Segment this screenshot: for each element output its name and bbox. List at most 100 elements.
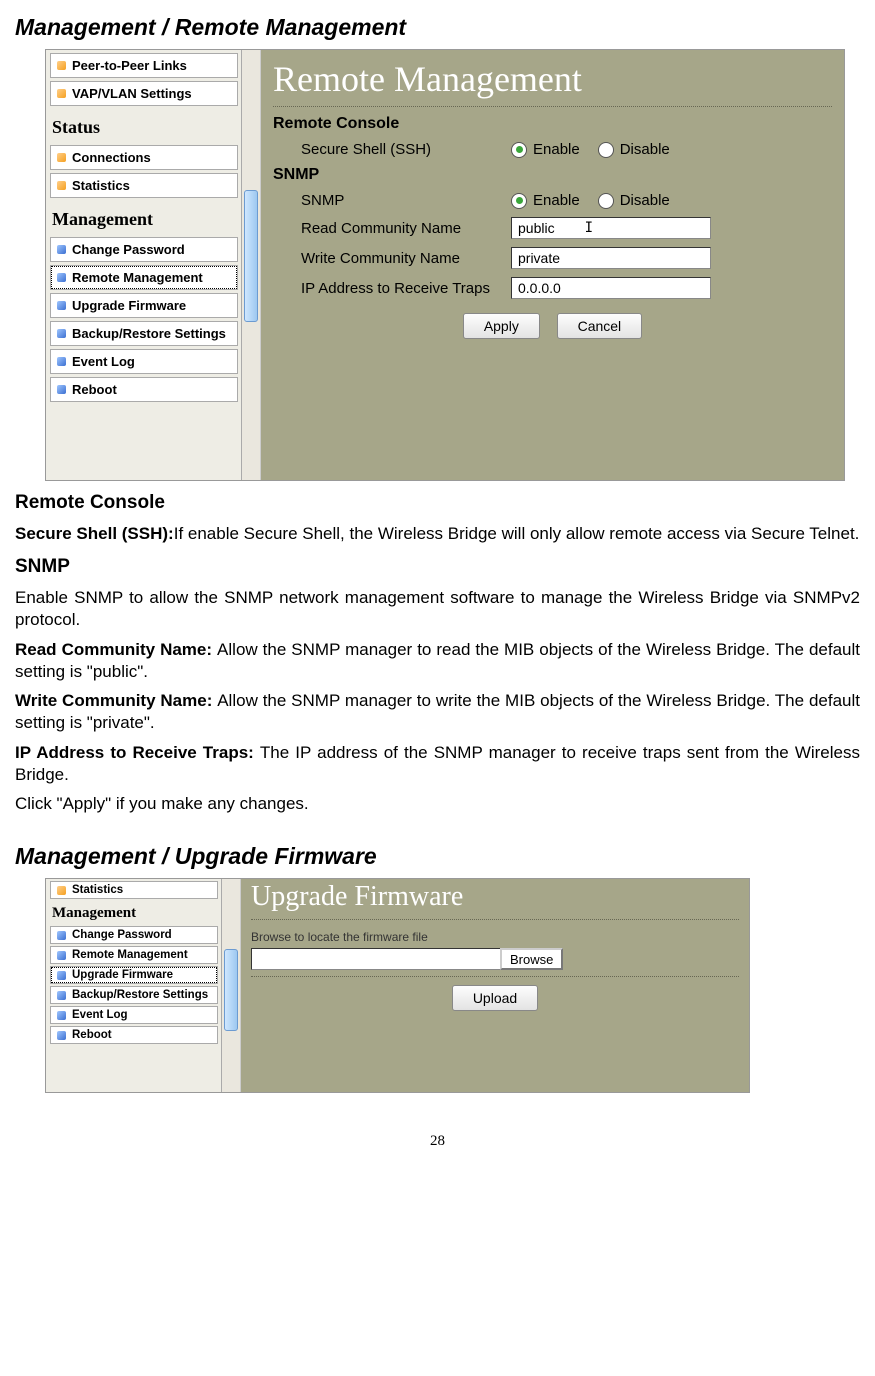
sidebar-item-label: Upgrade Firmware	[72, 969, 173, 981]
sidebar-item-label: Peer-to-Peer Links	[72, 58, 187, 73]
sidebar-item-statistics[interactable]: Statistics	[50, 881, 218, 899]
sidebar-scrollbar[interactable]	[221, 879, 240, 1092]
snmp-enable-radio[interactable]: Enable	[511, 192, 580, 209]
sidebar-item-label: Change Password	[72, 929, 172, 941]
read-community-input[interactable]: publicI	[511, 217, 711, 239]
bullet-icon	[57, 931, 66, 940]
divider	[273, 106, 832, 107]
button-row: Upload	[251, 985, 739, 1011]
snmp-disable-radio[interactable]: Disable	[598, 192, 670, 209]
sidebar-item-label: Reboot	[72, 1029, 112, 1041]
section-heading-2: Management / Upgrade Firmware	[15, 843, 860, 870]
sidebar-item-backup-restore[interactable]: Backup/Restore Settings	[50, 321, 238, 346]
divider	[251, 976, 739, 977]
trap-ip-paragraph: IP Address to Receive Traps: The IP addr…	[15, 742, 860, 786]
snmp-heading: SNMP	[273, 166, 832, 184]
sidebar-item-connections[interactable]: Connections	[50, 145, 238, 170]
sidebar-item-reboot[interactable]: Reboot	[50, 1026, 218, 1044]
snmp-label: SNMP	[273, 192, 511, 209]
sidebar-item-label: Remote Management	[72, 270, 203, 285]
page-number: 28	[15, 1133, 860, 1150]
sidebar-item-remote-management[interactable]: Remote Management	[50, 946, 218, 964]
sidebar-item-label: Reboot	[72, 382, 117, 397]
sidebar-item-label: VAP/VLAN Settings	[72, 86, 192, 101]
sidebar-item-statistics[interactable]: Statistics	[50, 173, 238, 198]
radio-label: Disable	[620, 141, 670, 158]
bullet-icon	[57, 181, 66, 190]
firmware-file-input[interactable]	[251, 948, 501, 970]
divider	[251, 919, 739, 920]
sidebar-item-label: Remote Management	[72, 949, 188, 961]
bullet-icon	[57, 245, 66, 254]
sidebar-item-remote-management[interactable]: Remote Management	[50, 265, 238, 290]
text-cursor-icon: I	[585, 220, 593, 236]
sidebar-item-event-log[interactable]: Event Log	[50, 1006, 218, 1024]
ssh-disable-radio[interactable]: Disable	[598, 141, 670, 158]
sidebar-item-upgrade-firmware[interactable]: Upgrade Firmware	[50, 966, 218, 984]
upload-button[interactable]: Upload	[452, 985, 538, 1011]
bullet-icon	[57, 301, 66, 310]
apply-button[interactable]: Apply	[463, 313, 540, 339]
sidebar-item-label: Change Password	[72, 242, 185, 257]
sidebar-item-label: Statistics	[72, 178, 130, 193]
sidebar-item-vap-vlan[interactable]: VAP/VLAN Settings	[50, 81, 238, 106]
input-value: 0.0.0.0	[518, 280, 561, 296]
main-panel: Upgrade Firmware Browse to locate the fi…	[241, 879, 749, 1092]
sidebar-heading-management: Management	[46, 901, 240, 924]
bullet-icon	[57, 1011, 66, 1020]
sidebar-item-p2p-links[interactable]: Peer-to-Peer Links	[50, 53, 238, 78]
ssh-enable-radio[interactable]: Enable	[511, 141, 580, 158]
sidebar-scrollbar[interactable]	[241, 50, 260, 480]
trap-ip-input[interactable]: 0.0.0.0	[511, 277, 711, 299]
sidebar-item-upgrade-firmware[interactable]: Upgrade Firmware	[50, 293, 238, 318]
sidebar-item-change-password[interactable]: Change Password	[50, 926, 218, 944]
bullet-icon	[57, 886, 66, 895]
sidebar-item-label: Backup/Restore Settings	[72, 989, 208, 1001]
file-chooser-row: Browse	[251, 948, 739, 970]
bullet-icon	[57, 951, 66, 960]
upgrade-firmware-screenshot: Statistics Management Change Password Re…	[45, 878, 750, 1093]
scrollbar-thumb[interactable]	[244, 190, 258, 322]
read-community-paragraph: Read Community Name: Allow the SNMP mana…	[15, 639, 860, 683]
remote-console-heading: Remote Console	[273, 115, 832, 133]
sidebar-heading-management: Management	[46, 201, 260, 234]
bullet-icon	[57, 329, 66, 338]
bullet-icon	[57, 89, 66, 98]
bullet-icon	[57, 273, 66, 282]
sidebar-item-change-password[interactable]: Change Password	[50, 237, 238, 262]
browse-button[interactable]: Browse	[500, 948, 563, 970]
sidebar-item-label: Event Log	[72, 354, 135, 369]
ssh-row: Secure Shell (SSH) Enable Disable	[273, 141, 832, 158]
write-community-paragraph: Write Community Name: Allow the SNMP man…	[15, 690, 860, 734]
sidebar-item-label: Statistics	[72, 884, 123, 896]
bullet-icon	[57, 991, 66, 1000]
sidebar-item-backup-restore[interactable]: Backup/Restore Settings	[50, 986, 218, 1004]
read-community-label: Read Community Name	[273, 220, 511, 237]
sidebar-item-label: Backup/Restore Settings	[72, 326, 226, 341]
page-title: Remote Management	[273, 58, 832, 100]
ssh-label: Secure Shell (SSH)	[273, 141, 511, 158]
button-row: Apply Cancel	[273, 313, 832, 339]
cancel-button[interactable]: Cancel	[557, 313, 643, 339]
snmp-subhead: SNMP	[15, 555, 860, 579]
bullet-icon	[57, 1031, 66, 1040]
section-heading-1: Management / Remote Management	[15, 14, 860, 41]
input-value: private	[518, 250, 560, 266]
read-community-row: Read Community Name publicI	[273, 217, 832, 239]
sidebar-item-label: Event Log	[72, 1009, 128, 1021]
document-body: Remote Console Secure Shell (SSH):If ena…	[15, 491, 860, 815]
write-community-input[interactable]: private	[511, 247, 711, 269]
ssh-paragraph: Secure Shell (SSH):If enable Secure Shel…	[15, 523, 860, 545]
browse-instruction: Browse to locate the firmware file	[251, 930, 739, 944]
sidebar-item-label: Upgrade Firmware	[72, 298, 186, 313]
sidebar: Peer-to-Peer Links VAP/VLAN Settings Sta…	[46, 50, 261, 480]
apply-paragraph: Click "Apply" if you make any changes.	[15, 793, 860, 815]
bullet-icon	[57, 385, 66, 394]
page-title: Upgrade Firmware	[251, 881, 739, 913]
sidebar-item-event-log[interactable]: Event Log	[50, 349, 238, 374]
sidebar-item-reboot[interactable]: Reboot	[50, 377, 238, 402]
scrollbar-thumb[interactable]	[224, 949, 238, 1031]
snmp-row: SNMP Enable Disable	[273, 192, 832, 209]
write-community-row: Write Community Name private	[273, 247, 832, 269]
bullet-icon	[57, 61, 66, 70]
